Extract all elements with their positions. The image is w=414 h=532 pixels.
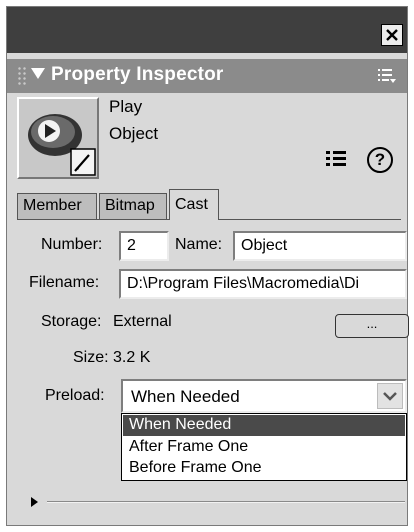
panel-title: Property Inspector [51, 64, 224, 85]
storage-label: Storage: [41, 313, 102, 330]
storage-value: External [113, 313, 172, 330]
browse-button[interactable]: ... [335, 314, 409, 338]
preload-label: Preload: [45, 387, 105, 404]
close-icon [386, 29, 398, 41]
window-titlebar[interactable] [7, 7, 407, 53]
panel-options-icon[interactable] [377, 67, 397, 85]
preload-option-when-needed[interactable]: When Needed [123, 415, 405, 436]
property-inspector-window: Property Inspector Play Object ? Member … [6, 6, 409, 526]
member-type: Object [109, 124, 159, 143]
help-icon[interactable]: ? [367, 147, 393, 173]
tab-member[interactable]: Member [17, 193, 97, 219]
drag-grip-icon[interactable] [17, 66, 27, 86]
name-label: Name: [175, 236, 223, 253]
tab-cast[interactable]: Cast [169, 189, 219, 220]
panel-header[interactable]: Property Inspector [7, 59, 407, 93]
tab-bitmap[interactable]: Bitmap [99, 193, 167, 219]
filename-label: Filename: [29, 274, 100, 291]
list-view-icon[interactable] [325, 149, 347, 169]
preload-dropdown-button[interactable] [377, 383, 403, 409]
member-name: Play [109, 97, 143, 116]
size-value: 3.2 K [113, 349, 151, 366]
size-label: Size: [73, 349, 109, 366]
name-field[interactable]: Object [233, 231, 407, 261]
preload-option-after-frame-one[interactable]: After Frame One [123, 437, 405, 458]
number-field[interactable]: 2 [119, 231, 169, 261]
number-label: Number: [41, 236, 103, 253]
member-thumbnail[interactable] [17, 97, 99, 179]
expand-arrow-icon[interactable] [31, 497, 38, 507]
play-button-graphic [28, 114, 96, 176]
preload-select[interactable]: When Needed [121, 379, 407, 413]
preload-option-before-frame-one[interactable]: Before Frame One [123, 458, 405, 479]
chevron-down-icon [383, 392, 397, 401]
preload-selected-value: When Needed [131, 387, 240, 406]
preload-dropdown-list: When Needed After Frame One Before Frame… [121, 413, 407, 481]
footer-divider [47, 501, 405, 503]
filename-field[interactable]: D:\Program Files\Macromedia\Di [119, 269, 407, 299]
close-button[interactable] [381, 24, 403, 46]
collapse-arrow-icon[interactable] [31, 68, 45, 79]
